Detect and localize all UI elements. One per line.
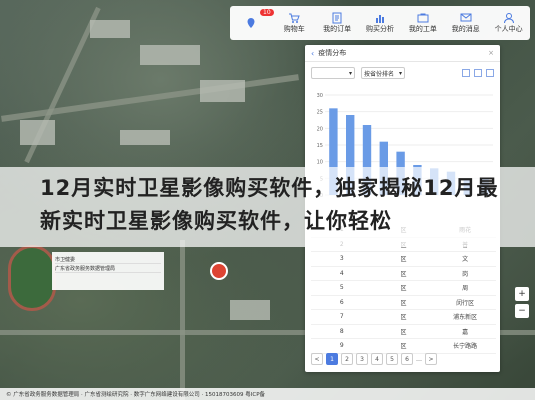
building (90, 20, 130, 38)
table-cell: 8 (339, 327, 344, 335)
road (180, 240, 185, 400)
profile-label: 个人中心 (494, 25, 523, 33)
popup-line: 市卫健委 (55, 256, 161, 264)
filter-select[interactable]: ▾ (311, 67, 355, 79)
map-info-popup: 市卫健委 广东省政务服务数据管理局 (52, 252, 164, 290)
table-row[interactable]: 8 区 嘉 (311, 325, 496, 339)
y-tick-label: 30 (317, 93, 323, 99)
table-cell: 区 (400, 256, 407, 264)
location-button[interactable]: 10 (230, 6, 274, 40)
rank-select[interactable]: 按省份排名 ▾ (361, 67, 405, 79)
restore-chart-icon[interactable] (474, 69, 482, 77)
location-icon (247, 18, 255, 28)
table-cell: 岗 (462, 270, 469, 278)
cart-button[interactable]: 购物车 (273, 6, 316, 40)
panel-header: ‹ 疫情分布 × (305, 45, 500, 62)
cart-icon (289, 13, 301, 23)
table-cell: 区 (400, 314, 407, 322)
tickets-button[interactable]: 我的工单 (401, 6, 444, 40)
table-row[interactable]: 4 区 岗 (311, 267, 496, 281)
table-cell: 嘉 (462, 328, 469, 336)
rank-select-value: 按省份排名 (364, 70, 395, 78)
pager-ellipsis: … (416, 355, 422, 363)
table-cell: 长宁路路 (453, 343, 478, 351)
table-row[interactable]: 9 区 长宁路路 (311, 339, 496, 354)
page-button[interactable]: 1 (326, 353, 338, 365)
zoom-chart-icon[interactable] (462, 69, 470, 77)
chart-tools (462, 69, 494, 77)
page-button[interactable]: 3 (356, 353, 368, 365)
building (120, 130, 170, 145)
table-cell: 文 (462, 256, 469, 264)
zoom-out-button[interactable]: − (515, 304, 529, 318)
table-row[interactable]: 7 区 浦东新区 (311, 310, 496, 325)
analysis-label: 购买分析 (366, 25, 394, 33)
table-row[interactable]: 6 区 闵行区 (311, 296, 496, 310)
zoom-in-button[interactable]: + (515, 287, 529, 301)
download-chart-icon[interactable] (486, 69, 494, 77)
analysis-button[interactable]: 购买分析 (359, 6, 402, 40)
chart-icon (376, 15, 384, 23)
building (20, 120, 55, 145)
table-cell: 5 (339, 284, 344, 292)
y-tick-label: 15 (317, 143, 323, 149)
y-tick-label: 20 (317, 126, 323, 132)
map-marker-icon[interactable] (210, 262, 228, 280)
article-headline: 12月实时卫星影像购买软件，独家揭秘12月最新实时卫星影像购买软件，让你轻松 (40, 176, 499, 233)
building (140, 45, 200, 65)
table-cell: 区 (400, 299, 407, 307)
sports-field (8, 245, 56, 311)
table-cell: 6 (339, 298, 344, 306)
y-tick-label: 25 (317, 110, 323, 116)
table-cell: 区 (400, 285, 407, 293)
table-cell: 闵行区 (456, 299, 475, 307)
tickets-label: 我的工单 (408, 25, 437, 33)
notification-badge: 10 (260, 9, 274, 16)
table-cell: 周 (462, 285, 469, 293)
table-row[interactable]: 3 区 文 (311, 252, 496, 267)
profile-button[interactable]: 个人中心 (487, 6, 530, 40)
building (230, 300, 270, 320)
messages-button[interactable]: 我的消息 (444, 6, 487, 40)
table-cell: 区 (400, 270, 407, 278)
table-cell: 4 (339, 269, 344, 277)
user-icon (503, 13, 514, 24)
popup-line: 广东省政务服务数据管理局 (55, 265, 161, 273)
table-cell: 区 (400, 328, 407, 336)
table-cell: 3 (339, 255, 344, 263)
building (200, 80, 245, 102)
prev-page-button[interactable]: < (311, 353, 323, 365)
pagination: <1 2 3 4 5 6… > (311, 353, 496, 365)
close-icon[interactable]: × (488, 49, 494, 57)
ticket-icon (417, 13, 429, 23)
orders-label: 我的订单 (323, 25, 352, 33)
cart-label: 购物车 (283, 25, 305, 33)
chevron-down-icon: ▾ (398, 69, 402, 77)
panel-controls: ▾ 按省份排名 ▾ (305, 62, 500, 84)
table-cell: 7 (339, 313, 344, 321)
top-toolbar: 10 购物车 我的订单 购买分析 我的工单 我的消息 个人中心 (230, 6, 530, 40)
message-icon (460, 13, 472, 22)
orders-button[interactable]: 我的订单 (316, 6, 359, 40)
table-cell: 浦东新区 (453, 314, 478, 322)
page-button[interactable]: 6 (401, 353, 413, 365)
page-button[interactable]: 5 (386, 353, 398, 365)
order-icon (332, 12, 342, 24)
chevron-down-icon: ▾ (348, 69, 352, 77)
messages-label: 我的消息 (451, 25, 480, 33)
page-button[interactable]: 4 (371, 353, 383, 365)
page-button[interactable]: 2 (341, 353, 353, 365)
table-cell: 9 (339, 342, 344, 350)
table-row[interactable]: 5 区 周 (311, 281, 496, 296)
y-tick-label: 10 (317, 160, 323, 166)
table-cell: 区 (400, 343, 407, 351)
next-page-button[interactable]: > (425, 353, 437, 365)
map-attribution: © 广东省政务服务数据管理局 · 广东省测绘研究院 · 数字广东网络建设有限公司… (0, 388, 535, 400)
zoom-controls: + − (515, 287, 529, 318)
back-arrow-icon[interactable]: ‹ (311, 49, 314, 58)
panel-title: 疫情分布 (318, 49, 347, 57)
